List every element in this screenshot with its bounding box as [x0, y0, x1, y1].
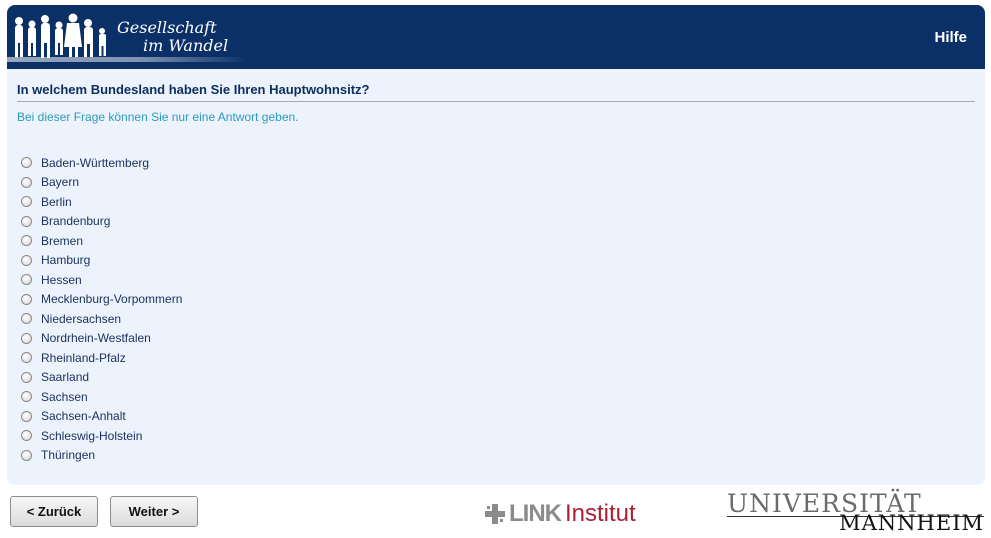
radio-button[interactable]	[21, 313, 32, 325]
question-instruction: Bei dieser Frage können Sie nur eine Ant…	[17, 110, 299, 124]
radio-button[interactable]	[21, 274, 32, 286]
radio-option[interactable]: Sachsen	[21, 387, 182, 407]
link-logo-text: LINK	[509, 500, 562, 527]
radio-button[interactable]	[21, 215, 32, 227]
radio-button[interactable]	[21, 391, 32, 403]
back-button[interactable]: < Zurück	[10, 496, 98, 527]
radio-option-label: Thüringen	[41, 448, 96, 463]
radio-button[interactable]	[21, 157, 32, 169]
radio-option-label: Brandenburg	[41, 214, 111, 229]
radio-option[interactable]: Saarland	[21, 368, 182, 388]
radio-option-label: Sachsen	[41, 389, 88, 404]
radio-option-label: Sachsen-Anhalt	[41, 409, 126, 424]
divider	[17, 101, 975, 102]
radio-button[interactable]	[21, 176, 32, 188]
radio-option[interactable]: Hamburg	[21, 251, 182, 271]
radio-option[interactable]: Schleswig-Holstein	[21, 426, 182, 446]
radio-option[interactable]: Brandenburg	[21, 212, 182, 232]
radio-button[interactable]	[21, 371, 32, 383]
link-cross-icon	[485, 504, 505, 524]
help-link[interactable]: Hilfe	[934, 29, 967, 46]
radio-button[interactable]	[21, 254, 32, 266]
link-institut-logo: LINK Institut	[485, 500, 636, 528]
question-title: In welchem Bundesland haben Sie Ihren Ha…	[17, 82, 370, 97]
radio-button[interactable]	[21, 196, 32, 208]
radio-button[interactable]	[21, 293, 32, 305]
next-button[interactable]: Weiter >	[110, 496, 198, 527]
radio-option-label: Saarland	[41, 370, 90, 385]
radio-option-label: Baden-Württemberg	[41, 155, 150, 170]
radio-button[interactable]	[21, 352, 32, 364]
logo-title-line1: Gesellschaft	[117, 18, 217, 37]
radio-option[interactable]: Thüringen	[21, 446, 182, 466]
radio-option-label: Hessen	[41, 272, 82, 287]
radio-option-label: Hamburg	[41, 253, 91, 268]
radio-option-label: Schleswig-Holstein	[41, 428, 143, 443]
radio-option[interactable]: Rheinland-Pfalz	[21, 348, 182, 368]
logo-title-line2: im Wandel	[143, 36, 229, 55]
radio-option-list: Baden-Württemberg Bayern Berlin Brandenb…	[21, 153, 182, 465]
uni-logo-bottom: MANNHEIM	[839, 511, 984, 535]
radio-option[interactable]: Bayern	[21, 173, 182, 193]
radio-option-label: Berlin	[41, 194, 72, 209]
radio-button[interactable]	[21, 235, 32, 247]
radio-option[interactable]: Bremen	[21, 231, 182, 251]
radio-option-label: Nordrhein-Westfalen	[41, 331, 151, 346]
radio-option[interactable]: Hessen	[21, 270, 182, 290]
radio-option-label: Rheinland-Pfalz	[41, 350, 126, 365]
radio-option[interactable]: Baden-Württemberg	[21, 153, 182, 173]
radio-option-label: Mecklenburg-Vorpommern	[41, 292, 183, 307]
radio-option-label: Bremen	[41, 233, 84, 248]
radio-option[interactable]: Niedersachsen	[21, 309, 182, 329]
radio-button[interactable]	[21, 332, 32, 344]
university-mannheim-logo: UNIVERSITÄT MANNHEIM	[727, 489, 984, 535]
logo-title: Gesellschaft im Wandel	[117, 19, 228, 55]
question-panel: In welchem Bundesland haben Sie Ihren Ha…	[7, 69, 985, 485]
radio-button[interactable]	[21, 449, 32, 461]
radio-option[interactable]: Sachsen-Anhalt	[21, 407, 182, 427]
radio-option-label: Niedersachsen	[41, 311, 122, 326]
radio-option[interactable]: Nordrhein-Westfalen	[21, 329, 182, 349]
radio-button[interactable]	[21, 410, 32, 422]
header-bar: Gesellschaft im Wandel Hilfe	[7, 5, 985, 69]
radio-option-label: Bayern	[41, 175, 80, 190]
radio-button[interactable]	[21, 430, 32, 442]
link-logo-institut: Institut	[565, 500, 636, 527]
radio-option[interactable]: Berlin	[21, 192, 182, 212]
radio-option[interactable]: Mecklenburg-Vorpommern	[21, 290, 182, 310]
